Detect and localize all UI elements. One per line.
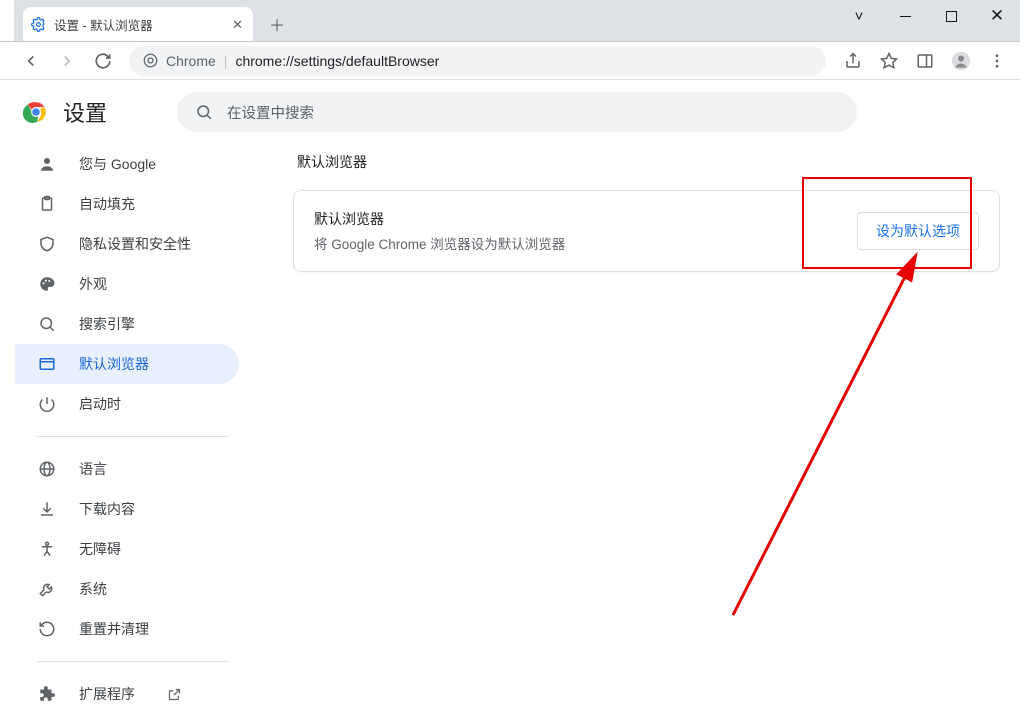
site-info-icon — [143, 53, 158, 68]
chevron-down-icon[interactable]: ˅ — [836, 0, 882, 32]
bookmark-icon[interactable] — [872, 45, 906, 77]
restore-icon — [37, 620, 57, 638]
address-bar: Chrome | chrome://settings/defaultBrowse… — [0, 42, 1020, 80]
card-subtitle: 将 Google Chrome 浏览器设为默认浏览器 — [314, 233, 565, 253]
settings-search-input[interactable]: 在设置中搜索 — [177, 92, 857, 132]
sidebar-item-label: 语言 — [79, 459, 107, 479]
sidebar-item-label: 重置并清理 — [79, 619, 149, 639]
gear-icon — [31, 17, 46, 32]
sidebar-item-system[interactable]: 系统 — [15, 569, 239, 609]
default-browser-card: 默认浏览器 将 Google Chrome 浏览器设为默认浏览器 设为默认选项 — [293, 190, 1000, 272]
back-button[interactable] — [15, 45, 47, 77]
shield-icon — [37, 235, 57, 253]
sidepanel-icon[interactable] — [908, 45, 942, 77]
sidebar-item-languages[interactable]: 语言 — [15, 449, 239, 489]
window-controls: ˅ ✕ — [836, 0, 1020, 32]
page-title: 设置 — [63, 96, 107, 128]
sidebar-item-label: 自动填充 — [79, 194, 135, 214]
sidebar-divider — [37, 436, 229, 437]
search-icon — [195, 103, 213, 121]
sidebar-item-label: 外观 — [79, 274, 107, 294]
set-default-button[interactable]: 设为默认选项 — [857, 212, 979, 250]
sidebar-item-downloads[interactable]: 下载内容 — [15, 489, 239, 529]
accessibility-icon — [37, 540, 57, 558]
person-icon — [37, 155, 57, 173]
tab-title: 设置 - 默认浏览器 — [54, 15, 153, 34]
window-titlebar: 设置 - 默认浏览器 ✕ ＋ ˅ ✕ — [0, 0, 1020, 42]
sidebar-item-label: 默认浏览器 — [79, 354, 149, 374]
browser-tab[interactable]: 设置 - 默认浏览器 ✕ — [23, 7, 253, 41]
clipboard-icon — [37, 195, 57, 213]
card-title: 默认浏览器 — [314, 209, 565, 229]
url-field[interactable]: Chrome | chrome://settings/defaultBrowse… — [129, 46, 826, 76]
settings-top-row: 设置 在设置中搜索 — [15, 80, 1020, 144]
sidebar-item-accessibility[interactable]: 无障碍 — [15, 529, 239, 569]
url-prefix: Chrome — [166, 53, 216, 69]
sidebar-item-label: 隐私设置和安全性 — [79, 234, 191, 254]
sidebar-item-label: 搜索引擎 — [79, 314, 135, 334]
sidebar-item-search-engine[interactable]: 搜索引擎 — [15, 304, 239, 344]
browser-icon — [37, 355, 57, 373]
url-path: chrome://settings/defaultBrowser — [235, 53, 439, 69]
reload-button[interactable] — [87, 45, 119, 77]
sidebar-item-appearance[interactable]: 外观 — [15, 264, 239, 304]
close-window-button[interactable]: ✕ — [974, 0, 1020, 32]
external-link-icon — [167, 687, 182, 702]
forward-button[interactable] — [51, 45, 83, 77]
sidebar-item-label: 启动时 — [79, 394, 121, 414]
share-icon[interactable] — [836, 45, 870, 77]
wrench-icon — [37, 580, 57, 598]
sidebar-item-label: 无障碍 — [79, 539, 121, 559]
sidebar-item-reset[interactable]: 重置并清理 — [15, 609, 239, 649]
sidebar-divider — [37, 661, 229, 662]
kebab-menu-icon[interactable] — [980, 45, 1014, 77]
globe-icon — [37, 460, 57, 478]
palette-icon — [37, 275, 57, 293]
download-icon — [37, 500, 57, 518]
minimize-button[interactable] — [882, 0, 928, 32]
close-tab-icon[interactable]: ✕ — [230, 16, 245, 33]
settings-main: 默认浏览器 默认浏览器 将 Google Chrome 浏览器设为默认浏览器 设… — [253, 144, 1020, 719]
search-placeholder: 在设置中搜索 — [227, 102, 314, 123]
sidebar-item-autofill[interactable]: 自动填充 — [15, 184, 239, 224]
sidebar-item-label: 扩展程序 — [79, 684, 135, 704]
sidebar-item-default-browser[interactable]: 默认浏览器 — [15, 344, 239, 384]
maximize-button[interactable] — [928, 0, 974, 32]
new-tab-button[interactable]: ＋ — [263, 10, 291, 38]
extension-icon — [37, 685, 57, 703]
chrome-logo-icon — [23, 99, 49, 125]
sidebar-item-extensions[interactable]: 扩展程序 — [15, 674, 239, 714]
content-area: 设置 在设置中搜索 您与 Google 自动填充 隐私设置和安全性 — [0, 80, 1020, 719]
sidebar-item-you-and-google[interactable]: 您与 Google — [15, 144, 239, 184]
settings-sidebar[interactable]: 您与 Google 自动填充 隐私设置和安全性 外观 搜索引擎 — [15, 144, 253, 719]
profile-icon[interactable] — [944, 45, 978, 77]
sidebar-item-label: 您与 Google — [79, 154, 156, 174]
sidebar-item-label: 下载内容 — [79, 499, 135, 519]
left-edge — [0, 0, 15, 41]
sidebar-item-label: 系统 — [79, 579, 107, 599]
section-title: 默认浏览器 — [297, 152, 1000, 172]
sidebar-item-privacy[interactable]: 隐私设置和安全性 — [15, 224, 239, 264]
sidebar-item-on-startup[interactable]: 启动时 — [15, 384, 239, 424]
power-icon — [37, 395, 57, 413]
search-icon — [37, 315, 57, 333]
